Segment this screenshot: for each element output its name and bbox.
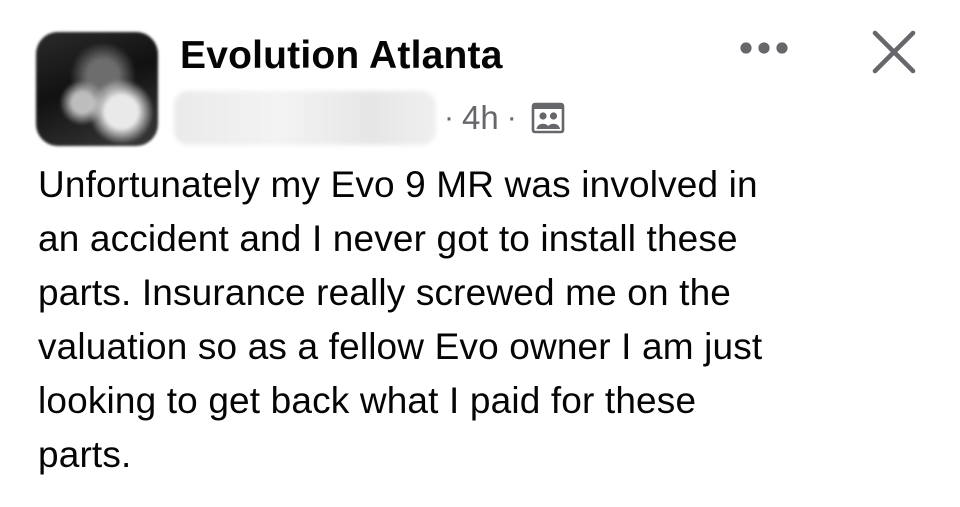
meta-separator: · [444,101,454,134]
more-options-button[interactable] [736,28,792,68]
post-body-text: Unfortunately my Evo 9 MR was involved i… [38,164,763,475]
members-icon [531,101,565,135]
post-meta-row: · 4h · [174,88,565,148]
group-avatar[interactable] [36,32,158,146]
more-options-icon [740,42,788,54]
group-name-link[interactable]: Evolution Atlanta [180,34,503,78]
feed-post: Evolution Atlanta · 4h · Unfortunately m… [0,0,960,507]
close-icon [872,30,916,74]
meta-separator: · [506,101,517,134]
post-timestamp[interactable]: 4h [462,99,499,137]
author-name-link[interactable] [174,91,436,145]
close-post-button[interactable] [864,22,924,82]
